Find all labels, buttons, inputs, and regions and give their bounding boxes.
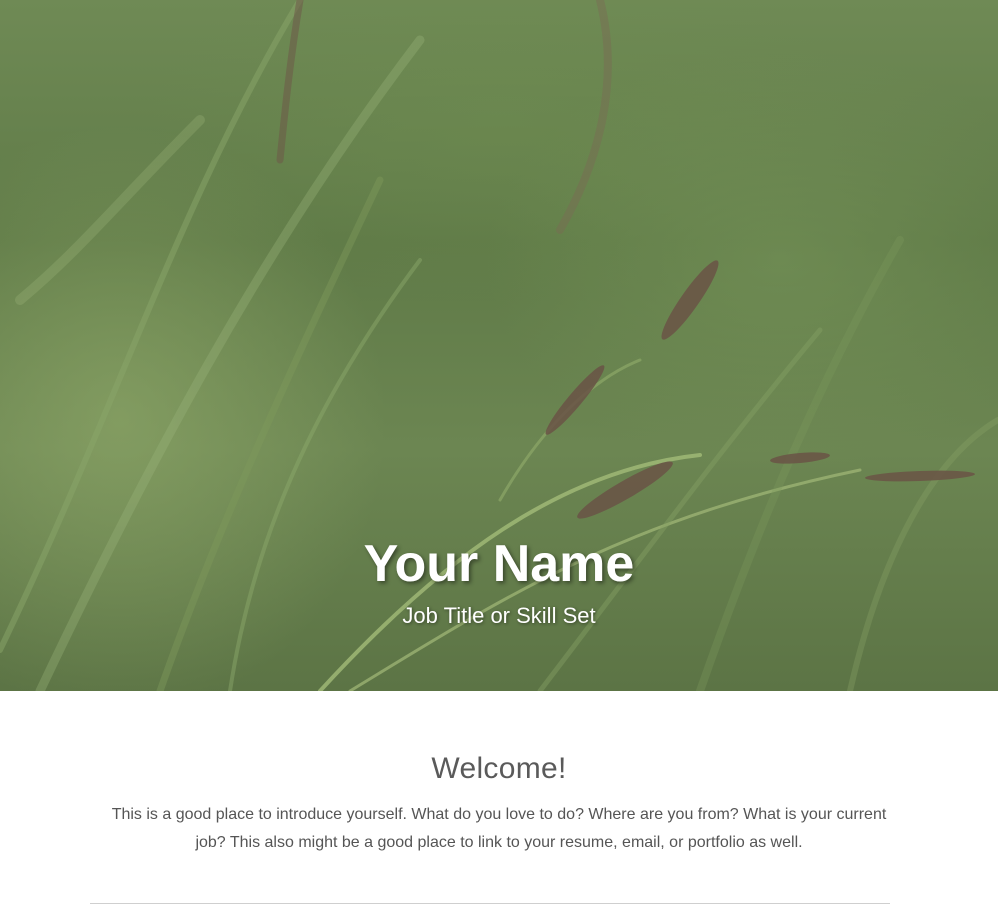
welcome-paragraph: This is a good place to introduce yourse… [111, 806, 887, 851]
hero-name-heading: Your Name [363, 535, 635, 593]
welcome-section: Welcome! This is a good place to introdu… [0, 691, 998, 857]
welcome-heading: Welcome! [431, 752, 567, 785]
hero-banner: Your Name Job Title or Skill Set [0, 0, 998, 691]
section-divider [90, 903, 890, 904]
hero-text-block: Your Name Job Title or Skill Set [0, 532, 998, 630]
hero-subtitle: Job Title or Skill Set [402, 603, 596, 628]
